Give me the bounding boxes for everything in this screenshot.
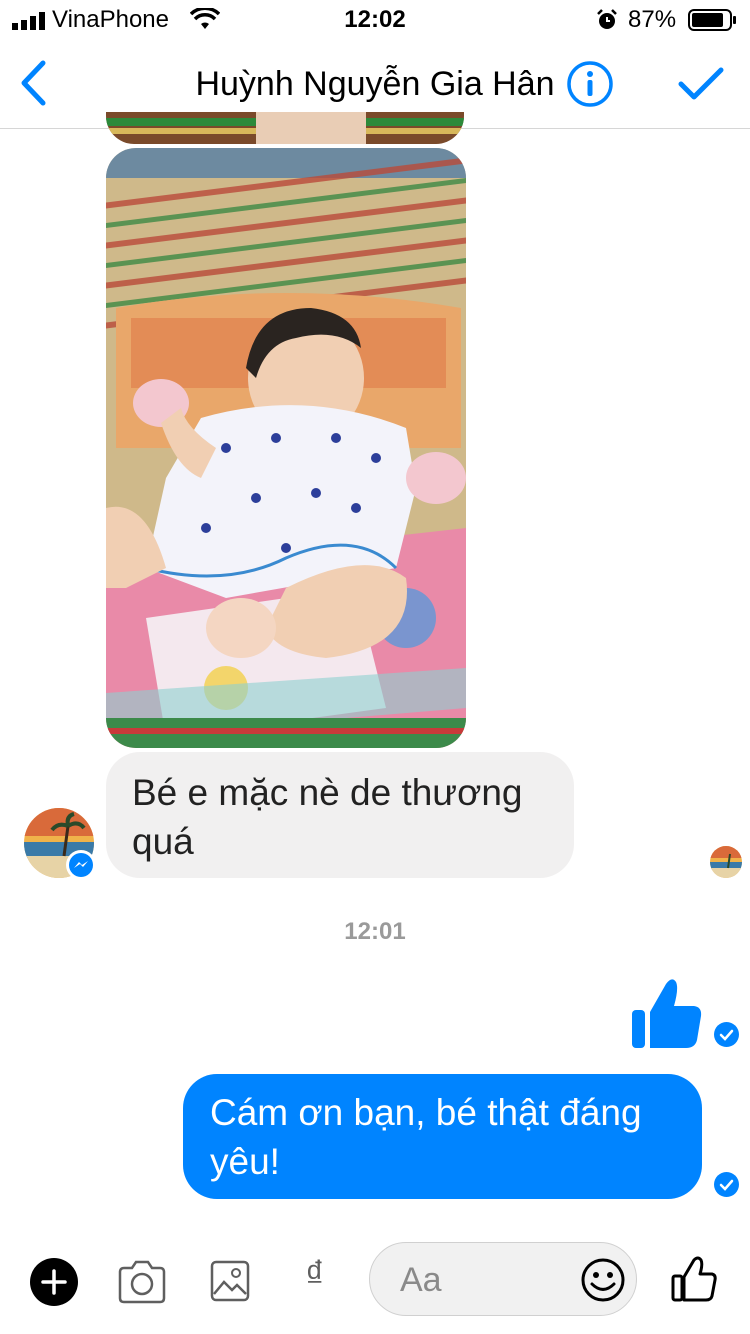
emoji-icon[interactable] [580, 1257, 626, 1303]
status-bar: VinaPhone 12:02 87% [0, 0, 750, 40]
message-timestamp: 12:01 [344, 918, 406, 945]
composer-bar: ₫ Aa [0, 1228, 750, 1334]
camera-icon[interactable] [116, 1260, 168, 1304]
checkmark-icon[interactable] [678, 66, 724, 102]
delivered-status-icon [714, 1172, 739, 1197]
message-input[interactable]: Aa [369, 1242, 637, 1316]
battery-icon [688, 9, 736, 31]
dong-icon[interactable]: ₫ [305, 1254, 325, 1297]
incoming-message-bubble[interactable]: Bé e mặc nè de thương quá [106, 752, 574, 878]
previous-photo-image [106, 112, 464, 144]
previous-photo-message[interactable] [106, 112, 464, 144]
seen-avatar-image [710, 846, 742, 878]
outgoing-message-bubble[interactable]: Cám ơn bạn, bé thật đáng yêu! [183, 1074, 702, 1199]
thumbs-up-sticker-icon[interactable] [628, 976, 704, 1050]
plus-icon [41, 1269, 67, 1295]
messenger-icon [69, 853, 93, 877]
alarm-icon [597, 9, 617, 29]
plus-button[interactable] [30, 1258, 78, 1306]
photo-message[interactable] [106, 148, 466, 748]
seen-by-avatar [710, 846, 742, 878]
baby-photo-image [106, 148, 466, 748]
info-icon[interactable] [566, 60, 614, 108]
incoming-message-text: Bé e mặc nè de thương quá [132, 772, 523, 862]
sent-status-icon [714, 1022, 739, 1047]
gallery-icon[interactable] [210, 1260, 250, 1302]
message-input-placeholder: Aa [400, 1261, 442, 1299]
battery-percent: 87% [628, 6, 677, 33]
conversation-title[interactable]: Huỳnh Nguyễn Gia Hân [110, 65, 640, 104]
thumbs-up-icon[interactable] [670, 1256, 718, 1304]
outgoing-message-text: Cám ơn bạn, bé thật đáng yêu! [210, 1092, 642, 1182]
messenger-badge [66, 850, 96, 880]
chevron-left-icon[interactable] [18, 60, 48, 106]
